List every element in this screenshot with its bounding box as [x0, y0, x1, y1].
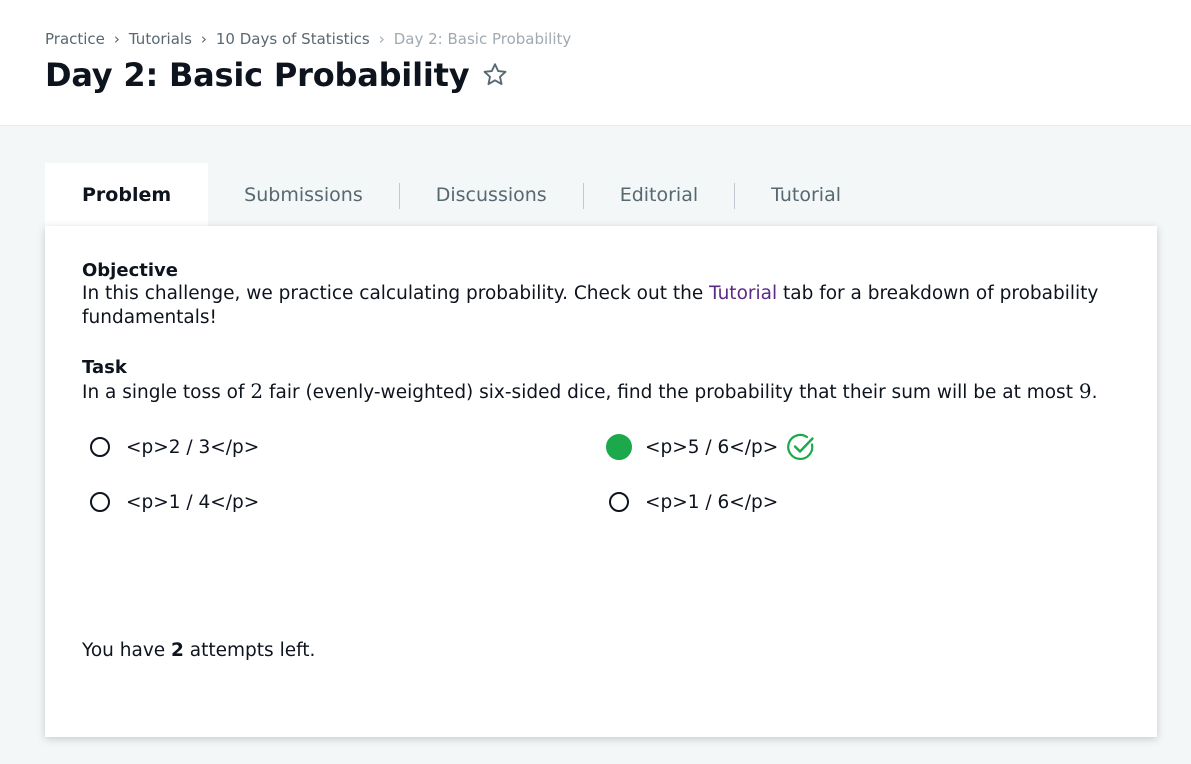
- page-header: Practice › Tutorials › 10 Days of Statis…: [0, 0, 1191, 126]
- task-text: In a single toss of 2 fair (evenly-weigh…: [82, 379, 1120, 405]
- title-row: Day 2: Basic Probability: [45, 56, 509, 94]
- star-outline-icon[interactable]: [481, 61, 509, 89]
- task-text-part3: .: [1091, 382, 1098, 403]
- answer-options: <p>2 / 3</p> <p>5 / 6</p> <p>1 / 4</p> <…: [82, 433, 1120, 514]
- tab-submissions[interactable]: Submissions: [208, 163, 399, 226]
- attempts-after: attempts left.: [183, 639, 316, 661]
- tab-tutorial[interactable]: Tutorial: [735, 163, 877, 226]
- task-section: Task In a single toss of 2 fair (evenly-…: [82, 357, 1120, 405]
- answer-option[interactable]: <p>1 / 4</p>: [82, 490, 601, 514]
- breadcrumb: Practice › Tutorials › 10 Days of Statis…: [45, 30, 571, 48]
- chevron-right-icon: ›: [378, 30, 385, 48]
- attempts-left-text: You have 2 attempts left.: [82, 640, 315, 661]
- objective-text-before: In this challenge, we practice calculati…: [82, 283, 710, 304]
- answer-option-selected[interactable]: <p>5 / 6</p>: [601, 433, 1120, 460]
- task-text-part1: In a single toss of: [82, 382, 251, 403]
- page-title: Day 2: Basic Probability: [45, 56, 470, 94]
- objective-section: Objective In this challenge, we practice…: [82, 260, 1120, 330]
- task-heading: Task: [82, 357, 127, 378]
- radio-button[interactable]: [90, 492, 110, 512]
- breadcrumb-practice[interactable]: Practice: [45, 30, 105, 48]
- option-label: <p>5 / 6</p>: [645, 436, 779, 458]
- option-label: <p>2 / 3</p>: [126, 436, 260, 458]
- option-label: <p>1 / 4</p>: [126, 491, 260, 513]
- task-math-number: 9: [1078, 379, 1092, 403]
- chevron-right-icon: ›: [200, 30, 207, 48]
- objective-text: In this challenge, we practice calculati…: [82, 282, 1120, 330]
- breadcrumb-current: Day 2: Basic Probability: [393, 30, 572, 48]
- attempts-before: You have: [82, 639, 172, 661]
- problem-card: Objective In this challenge, we practice…: [45, 226, 1157, 737]
- answer-option[interactable]: <p>1 / 6</p>: [601, 490, 1120, 514]
- tab-problem[interactable]: Problem: [45, 163, 209, 226]
- radio-button[interactable]: [609, 492, 629, 512]
- tab-discussions[interactable]: Discussions: [400, 163, 583, 226]
- breadcrumb-tutorials[interactable]: Tutorials: [129, 30, 192, 48]
- breadcrumb-10-days-of-statistics[interactable]: 10 Days of Statistics: [216, 30, 370, 48]
- task-text-part2: fair (evenly-weighted) six-sided dice, f…: [263, 382, 1079, 403]
- task-math-number: 2: [250, 379, 264, 403]
- radio-button[interactable]: [90, 437, 110, 457]
- check-circle-icon: [787, 433, 814, 460]
- tab-editorial[interactable]: Editorial: [584, 163, 734, 226]
- attempts-count: 2: [171, 639, 184, 661]
- radio-button-selected[interactable]: [606, 434, 632, 460]
- option-label: <p>1 / 6</p>: [645, 491, 779, 513]
- chevron-right-icon: ›: [113, 30, 120, 48]
- objective-heading: Objective: [82, 260, 178, 281]
- answer-option[interactable]: <p>2 / 3</p>: [82, 435, 601, 459]
- tutorial-link[interactable]: Tutorial: [709, 283, 777, 304]
- problem-tabs: Problem Submissions Discussions Editoria…: [45, 163, 877, 226]
